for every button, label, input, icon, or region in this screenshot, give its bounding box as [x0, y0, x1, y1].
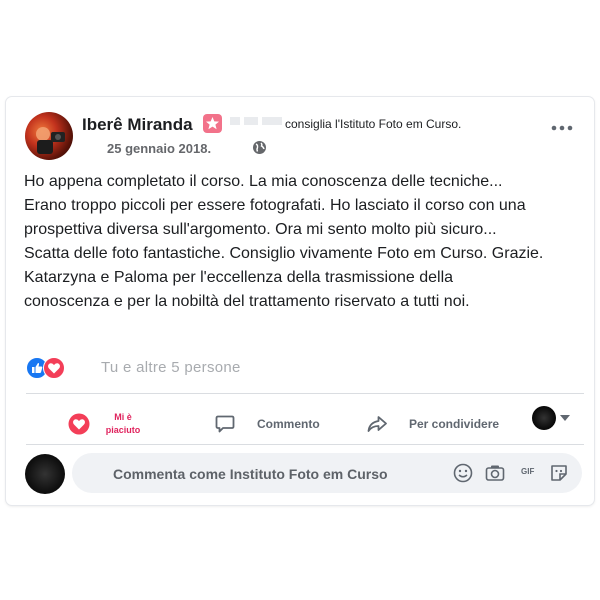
gif-icon[interactable]: GIF: [521, 467, 534, 476]
camera-icon[interactable]: [484, 462, 506, 484]
recommendation-text[interactable]: consiglia l'Istituto Foto em Curso.: [285, 117, 461, 131]
post-timestamp[interactable]: 25 gennaio 2018.: [107, 141, 211, 156]
globe-icon[interactable]: [252, 140, 267, 155]
post-card: Iberê Miranda consiglia l'Istituto Foto …: [6, 97, 594, 505]
emoji-icon[interactable]: [452, 462, 474, 484]
comment-input[interactable]: Commenta come Instituto Foto em Curso GI…: [72, 453, 582, 493]
post-body-line: Katarzyna e Paloma per l'eccellenza dell…: [24, 269, 454, 286]
post-body-line: Erano troppo piccoli per essere fotograf…: [24, 197, 526, 214]
share-arrow-icon: [367, 416, 387, 432]
comment-button[interactable]: Commento: [214, 402, 320, 446]
author-avatar[interactable]: [25, 112, 73, 160]
share-button[interactable]: Per condividere: [366, 402, 499, 446]
love-reaction-icon: [43, 357, 65, 379]
post-body: Ho appena completato il corso. La mia co…: [24, 170, 584, 314]
reaction-icons[interactable]: [26, 357, 76, 379]
page: Iberê Miranda consiglia l'Istituto Foto …: [0, 0, 600, 600]
divider: [26, 444, 584, 445]
comment-input-placeholder: Commenta come Instituto Foto em Curso: [113, 466, 388, 482]
chevron-down-icon[interactable]: [560, 415, 570, 421]
post-body-line: prospettiva diversa sull'argomento. Ora …: [24, 221, 497, 238]
recommendation-star-icon: [203, 114, 222, 133]
sticker-icon[interactable]: [548, 462, 570, 484]
heart-icon: [68, 413, 90, 435]
like-button-label[interactable]: Mi è piaciuto: [100, 411, 146, 437]
more-options-icon[interactable]: [550, 123, 574, 137]
post-body-line: Scatta delle foto fantastiche. Consiglio…: [24, 245, 544, 262]
page-selector-avatar[interactable]: [532, 406, 556, 430]
divider: [26, 393, 584, 394]
share-button-label: Per condividere: [409, 417, 500, 431]
post-body-line: conoscenza e per la nobiltà del trattame…: [24, 293, 470, 310]
like-button[interactable]: [68, 402, 90, 446]
comment-button-label: Commento: [257, 417, 320, 431]
commenter-avatar[interactable]: [25, 454, 65, 494]
reaction-summary[interactable]: Tu e altre 5 persone: [101, 359, 241, 376]
post-body-line: Ho appena completato il corso. La mia co…: [24, 173, 503, 190]
author-name[interactable]: Iberê Miranda: [82, 115, 193, 135]
faded-text-decoration: [228, 113, 286, 129]
comment-icon: [215, 415, 235, 433]
